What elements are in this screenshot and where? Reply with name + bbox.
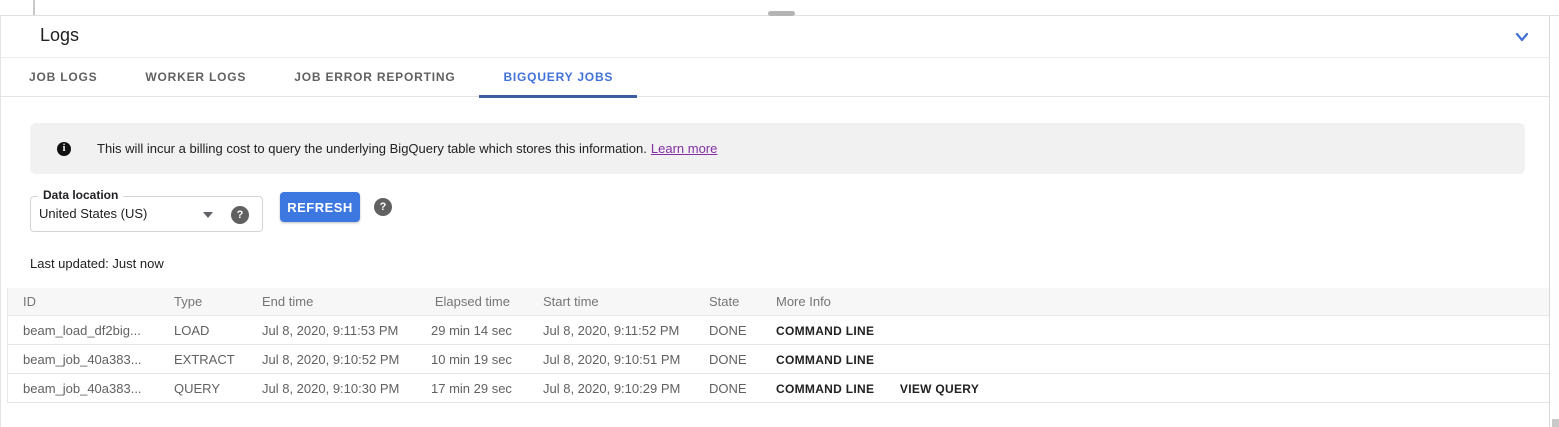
panel-right-border — [1549, 15, 1550, 427]
collapse-panel-button[interactable] — [1512, 27, 1532, 47]
data-location-value: United States (US) — [39, 206, 147, 221]
caret-down-icon — [203, 212, 213, 218]
command-line-button[interactable]: COMMAND LINE — [776, 382, 874, 396]
col-header-end-time: End time — [246, 294, 431, 309]
cell-more-info: COMMAND LINE — [760, 352, 1549, 367]
table-header-row: ID Type End time Elapsed time Start time… — [8, 288, 1549, 316]
table-row: beam_load_df2big... LOAD Jul 8, 2020, 9:… — [8, 316, 1549, 345]
top-tick-mark — [33, 0, 35, 15]
tab-job-error-reporting[interactable]: JOB ERROR REPORTING — [270, 58, 479, 97]
view-query-button[interactable]: VIEW QUERY — [900, 382, 979, 396]
banner-message: This will incur a billing cost to query … — [97, 141, 717, 156]
panel-resize-handle[interactable] — [768, 11, 795, 16]
table-row: beam_job_40a383... EXTRACT Jul 8, 2020, … — [8, 345, 1549, 374]
cell-end-time: Jul 8, 2020, 9:10:30 PM — [246, 381, 431, 396]
chevron-down-icon — [1512, 27, 1532, 47]
cell-more-info: COMMAND LINE — [760, 323, 1549, 338]
learn-more-link[interactable]: Learn more — [651, 141, 717, 156]
tab-worker-logs[interactable]: WORKER LOGS — [121, 58, 270, 97]
table-row: beam_job_40a383... QUERY Jul 8, 2020, 9:… — [8, 374, 1549, 403]
cell-elapsed-time: 10 min 19 sec — [431, 352, 527, 367]
billing-info-banner: i This will incur a billing cost to quer… — [30, 123, 1525, 174]
data-location-label: Data location — [38, 188, 123, 202]
data-location-select[interactable]: Data location United States (US) ? — [30, 196, 263, 232]
cell-type: EXTRACT — [158, 352, 246, 367]
command-line-button[interactable]: COMMAND LINE — [776, 324, 874, 338]
page-title: Logs — [40, 25, 79, 46]
refresh-button[interactable]: REFRESH — [280, 192, 360, 222]
cell-id: beam_job_40a383... — [8, 352, 158, 367]
refresh-help-icon[interactable]: ? — [374, 198, 392, 216]
info-icon: i — [57, 142, 71, 156]
data-location-help-icon[interactable]: ? — [231, 206, 249, 224]
cell-end-time: Jul 8, 2020, 9:10:52 PM — [246, 352, 431, 367]
col-header-state: State — [693, 294, 760, 309]
cell-state: DONE — [693, 352, 760, 367]
cell-state: DONE — [693, 323, 760, 338]
cell-start-time: Jul 8, 2020, 9:11:52 PM — [527, 323, 693, 338]
col-header-start-time: Start time — [527, 294, 693, 309]
last-updated-status: Last updated: Just now — [30, 256, 164, 271]
cell-elapsed-time: 17 min 29 sec — [431, 381, 527, 396]
cell-elapsed-time: 29 min 14 sec — [431, 323, 527, 338]
col-header-type: Type — [158, 294, 246, 309]
logs-panel: Logs JOB LOGS WORKER LOGS JOB ERROR REPO… — [0, 0, 1559, 427]
cell-type: QUERY — [158, 381, 246, 396]
col-header-id: ID — [8, 294, 158, 309]
cell-id: beam_load_df2big... — [8, 323, 158, 338]
tab-bigquery-jobs[interactable]: BIGQUERY JOBS — [479, 58, 637, 97]
cell-more-info: COMMAND LINE VIEW QUERY — [760, 381, 1549, 396]
bigquery-jobs-table: ID Type End time Elapsed time Start time… — [7, 288, 1549, 403]
tab-job-logs[interactable]: JOB LOGS — [5, 58, 121, 97]
scrollbar-corner — [1552, 419, 1559, 427]
banner-message-text: This will incur a billing cost to query … — [97, 141, 647, 156]
cell-start-time: Jul 8, 2020, 9:10:29 PM — [527, 381, 693, 396]
cell-state: DONE — [693, 381, 760, 396]
cell-end-time: Jul 8, 2020, 9:11:53 PM — [246, 323, 431, 338]
cell-start-time: Jul 8, 2020, 9:10:51 PM — [527, 352, 693, 367]
col-header-elapsed-time: Elapsed time — [431, 294, 527, 309]
cell-id: beam_job_40a383... — [8, 381, 158, 396]
logs-tab-bar: JOB LOGS WORKER LOGS JOB ERROR REPORTING… — [0, 58, 1549, 97]
command-line-button[interactable]: COMMAND LINE — [776, 353, 874, 367]
cell-type: LOAD — [158, 323, 246, 338]
col-header-more-info: More Info — [760, 294, 1549, 309]
